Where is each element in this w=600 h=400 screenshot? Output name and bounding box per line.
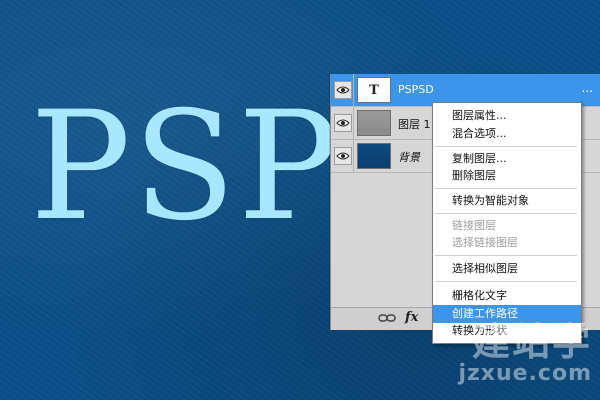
visibility-eye-icon[interactable]: [334, 114, 352, 132]
menu-item-duplicate-layer[interactable]: 复制图层...: [433, 150, 581, 168]
menu-item-link-layers[interactable]: 链接图层: [433, 217, 581, 235]
menu-item-select-linked-layers[interactable]: 选择链接图层: [433, 234, 581, 252]
layer-options-indicator: ...: [581, 81, 593, 95]
layer-divider: [353, 74, 354, 106]
layer-divider: [353, 107, 354, 139]
menu-separator: [435, 146, 577, 147]
menu-item-layer-properties[interactable]: 图层属性...: [433, 107, 581, 125]
layer-name[interactable]: 背景: [398, 149, 420, 165]
background-thumbnail: [357, 143, 391, 169]
layer-name[interactable]: 图层 1: [398, 116, 431, 132]
context-menu: 图层属性... 混合选项... 复制图层... 删除图层 转换为智能对象 链接图…: [432, 102, 582, 344]
visibility-eye-icon[interactable]: [334, 81, 352, 99]
layer-style-fx-button[interactable]: fx: [405, 310, 418, 325]
layer-name[interactable]: PSPSD: [398, 83, 434, 96]
watermark-title: 建站学: [471, 320, 592, 364]
watermark-url: jzxue.com: [458, 361, 592, 386]
menu-item-convert-smart-object[interactable]: 转换为智能对象: [433, 192, 581, 210]
menu-item-blending-options[interactable]: 混合选项...: [433, 125, 581, 143]
text-layer-thumbnail: T: [357, 77, 391, 103]
layer-divider: [353, 140, 354, 172]
link-layers-icon[interactable]: [378, 313, 396, 323]
layer-thumbnail: [357, 110, 391, 136]
menu-item-select-similar-layers[interactable]: 选择相似图层: [433, 260, 581, 278]
visibility-eye-icon[interactable]: [334, 147, 352, 165]
menu-separator: [435, 281, 577, 282]
menu-item-rasterize-type[interactable]: 栅格化文字: [433, 287, 581, 305]
menu-separator: [435, 188, 577, 189]
watermark: 建站学 jzxue.com: [458, 322, 592, 386]
menu-separator: [435, 255, 577, 256]
menu-item-delete-layer[interactable]: 删除图层: [433, 167, 581, 185]
menu-separator: [435, 213, 577, 214]
canvas-text-psp: PSP: [30, 80, 341, 254]
